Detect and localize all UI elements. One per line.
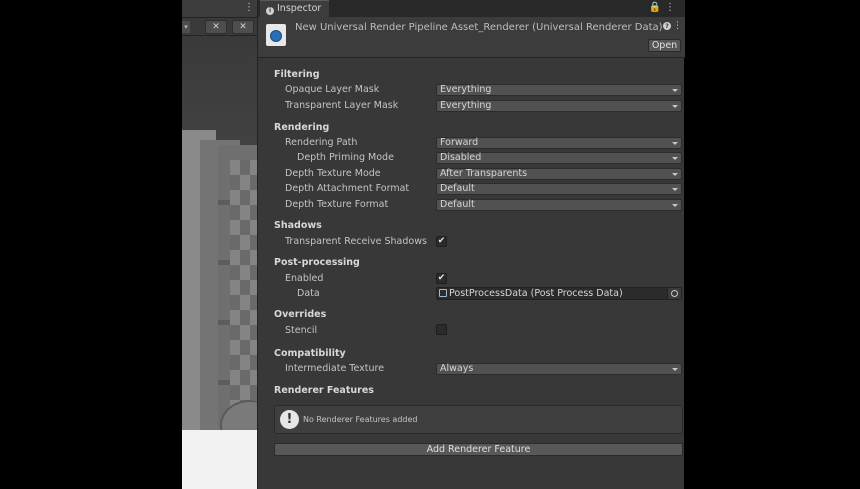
section-rendering: Rendering: [274, 122, 330, 133]
depth-texture-format-label: Depth Texture Format: [285, 199, 389, 210]
chevron-down-icon: [672, 157, 678, 160]
inspector-panel: i Inspector 🔒⋮ New Universal Render Pipel…: [257, 0, 685, 489]
post-process-data-field[interactable]: PostProcessData (Post Process Data): [436, 287, 682, 300]
scene-floor: [182, 430, 257, 489]
object-field-value: PostProcessData (Post Process Data): [449, 288, 623, 299]
visibility-toggle-button[interactable]: ✕: [205, 20, 227, 34]
chevron-down-icon: [672, 188, 678, 191]
open-button[interactable]: Open: [648, 39, 681, 52]
section-compatibility: Compatibility: [274, 348, 346, 359]
inspector-tab-bar: i Inspector 🔒⋮: [258, 0, 685, 17]
scene-view[interactable]: ⋮ ▾ ✕ ✕: [182, 0, 257, 489]
chevron-down-icon: [672, 204, 678, 207]
help-icon[interactable]: ?: [663, 22, 671, 30]
scene-checker-wall: [230, 160, 257, 420]
rendering-path-label: Rendering Path: [285, 137, 358, 148]
post-processing-enabled-checkbox[interactable]: ✔: [436, 273, 447, 284]
more-icon[interactable]: ⋮: [244, 2, 254, 14]
depth-texture-mode-label: Depth Texture Mode: [285, 168, 381, 179]
section-shadows: Shadows: [274, 220, 322, 231]
depth-priming-mode-label: Depth Priming Mode: [297, 152, 394, 163]
dropdown-value: Everything: [440, 100, 492, 111]
intermediate-texture-label: Intermediate Texture: [285, 363, 385, 374]
depth-attachment-format-label: Depth Attachment Format: [285, 183, 410, 194]
depth-priming-mode-dropdown[interactable]: Disabled: [436, 152, 682, 164]
transparent-receive-shadows-label: Transparent Receive Shadows: [285, 236, 427, 247]
rendering-path-dropdown[interactable]: Forward: [436, 137, 682, 149]
dropdown-value: Everything: [440, 84, 492, 95]
stencil-checkbox[interactable]: [436, 324, 447, 335]
chevron-down-icon[interactable]: ▾: [182, 21, 190, 33]
renderer-features-list: ! No Renderer Features added: [274, 405, 683, 434]
asset-header: New Universal Render Pipeline Asset_Rend…: [258, 17, 685, 58]
transparent-receive-shadows-checkbox[interactable]: ✔: [436, 236, 447, 247]
section-post-processing: Post-processing: [274, 257, 360, 268]
transparent-layer-mask-dropdown[interactable]: Everything: [436, 100, 682, 112]
dropdown-value: Default: [440, 183, 475, 194]
opaque-layer-mask-label: Opaque Layer Mask: [285, 84, 380, 95]
post-processing-enabled-label: Enabled: [285, 273, 324, 284]
section-filtering: Filtering: [274, 69, 320, 80]
chevron-down-icon: [672, 368, 678, 371]
dropdown-value: Disabled: [440, 152, 482, 163]
depth-attachment-format-dropdown[interactable]: Default: [436, 183, 682, 195]
dropdown-value: After Transparents: [440, 168, 528, 179]
dropdown-value: Forward: [440, 137, 479, 148]
renderer-features-empty-message: No Renderer Features added: [303, 415, 418, 424]
intermediate-texture-dropdown[interactable]: Always: [436, 363, 682, 375]
dropdown-value: Default: [440, 199, 475, 210]
stencil-label: Stencil: [285, 325, 318, 336]
post-process-data-label: Data: [297, 288, 320, 299]
gizmo-toggle-button[interactable]: ✕: [232, 20, 254, 34]
object-picker-icon[interactable]: [667, 288, 681, 299]
section-overrides: Overrides: [274, 309, 327, 320]
tab-label: Inspector: [277, 3, 322, 14]
info-icon: i: [266, 7, 274, 15]
more-icon[interactable]: ⋮: [673, 20, 682, 32]
depth-texture-format-dropdown[interactable]: Default: [436, 199, 682, 211]
add-renderer-feature-button[interactable]: Add Renderer Feature: [274, 443, 683, 456]
lock-icon[interactable]: 🔒⋮: [649, 1, 679, 15]
scene-tab-bar: ⋮: [182, 0, 257, 18]
scene-toolbar: ▾ ✕ ✕: [182, 18, 257, 36]
asset-title: New Universal Render Pipeline Asset_Rend…: [295, 22, 663, 33]
scriptable-object-icon: [439, 289, 447, 297]
chevron-down-icon: [672, 142, 678, 145]
tab-inspector[interactable]: i Inspector: [260, 0, 330, 17]
depth-texture-mode-dropdown[interactable]: After Transparents: [436, 168, 682, 180]
chevron-down-icon: [672, 105, 678, 108]
transparent-layer-mask-label: Transparent Layer Mask: [285, 100, 399, 111]
dropdown-value: Always: [440, 363, 474, 374]
opaque-layer-mask-dropdown[interactable]: Everything: [436, 84, 682, 96]
chevron-down-icon: [672, 173, 678, 176]
warning-icon: !: [280, 410, 299, 429]
section-renderer-features: Renderer Features: [274, 385, 374, 396]
renderer-asset-icon: [266, 24, 286, 46]
chevron-down-icon: [672, 89, 678, 92]
